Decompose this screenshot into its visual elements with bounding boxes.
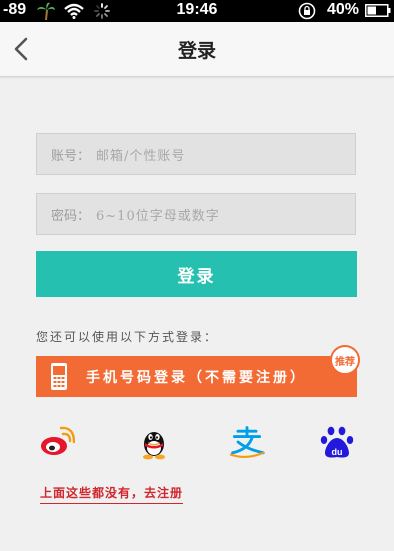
alt-login-prompt: 您还可以使用以下方式登录： [36, 330, 219, 344]
login-button[interactable]: 登录 [36, 251, 357, 297]
password-placeholder: 6~10位字母或数字 [96, 208, 220, 224]
account-label: 账号： [51, 148, 91, 164]
baidu-icon[interactable]: du [319, 424, 355, 460]
recommended-badge: 推荐 [330, 345, 360, 375]
register-link[interactable]: 上面这些都没有，去注册 [40, 484, 184, 504]
password-field[interactable]: 密码： 6~10位字母或数字 [36, 193, 356, 235]
navigation-bar: 登录 [0, 22, 394, 77]
battery-percent: 40% [327, 1, 360, 18]
rotation-lock-icon [298, 2, 316, 20]
battery-icon [365, 4, 391, 17]
account-placeholder: 邮箱/个性账号 [96, 148, 186, 164]
weibo-icon[interactable] [39, 424, 75, 460]
svg-text:du: du [332, 447, 343, 457]
page-title: 登录 [177, 40, 216, 62]
phone-login-button[interactable]: 手机号码登录（不需要注册） [36, 356, 357, 397]
phone-login-label: 手机号码登录（不需要注册） [86, 370, 307, 386]
password-label: 密码： [51, 208, 91, 224]
account-field[interactable]: 账号： 邮箱/个性账号 [36, 133, 356, 175]
qq-icon[interactable] [136, 424, 172, 460]
status-bar: -89 19:46 40% [0, 0, 394, 22]
alipay-icon[interactable] [229, 424, 265, 460]
